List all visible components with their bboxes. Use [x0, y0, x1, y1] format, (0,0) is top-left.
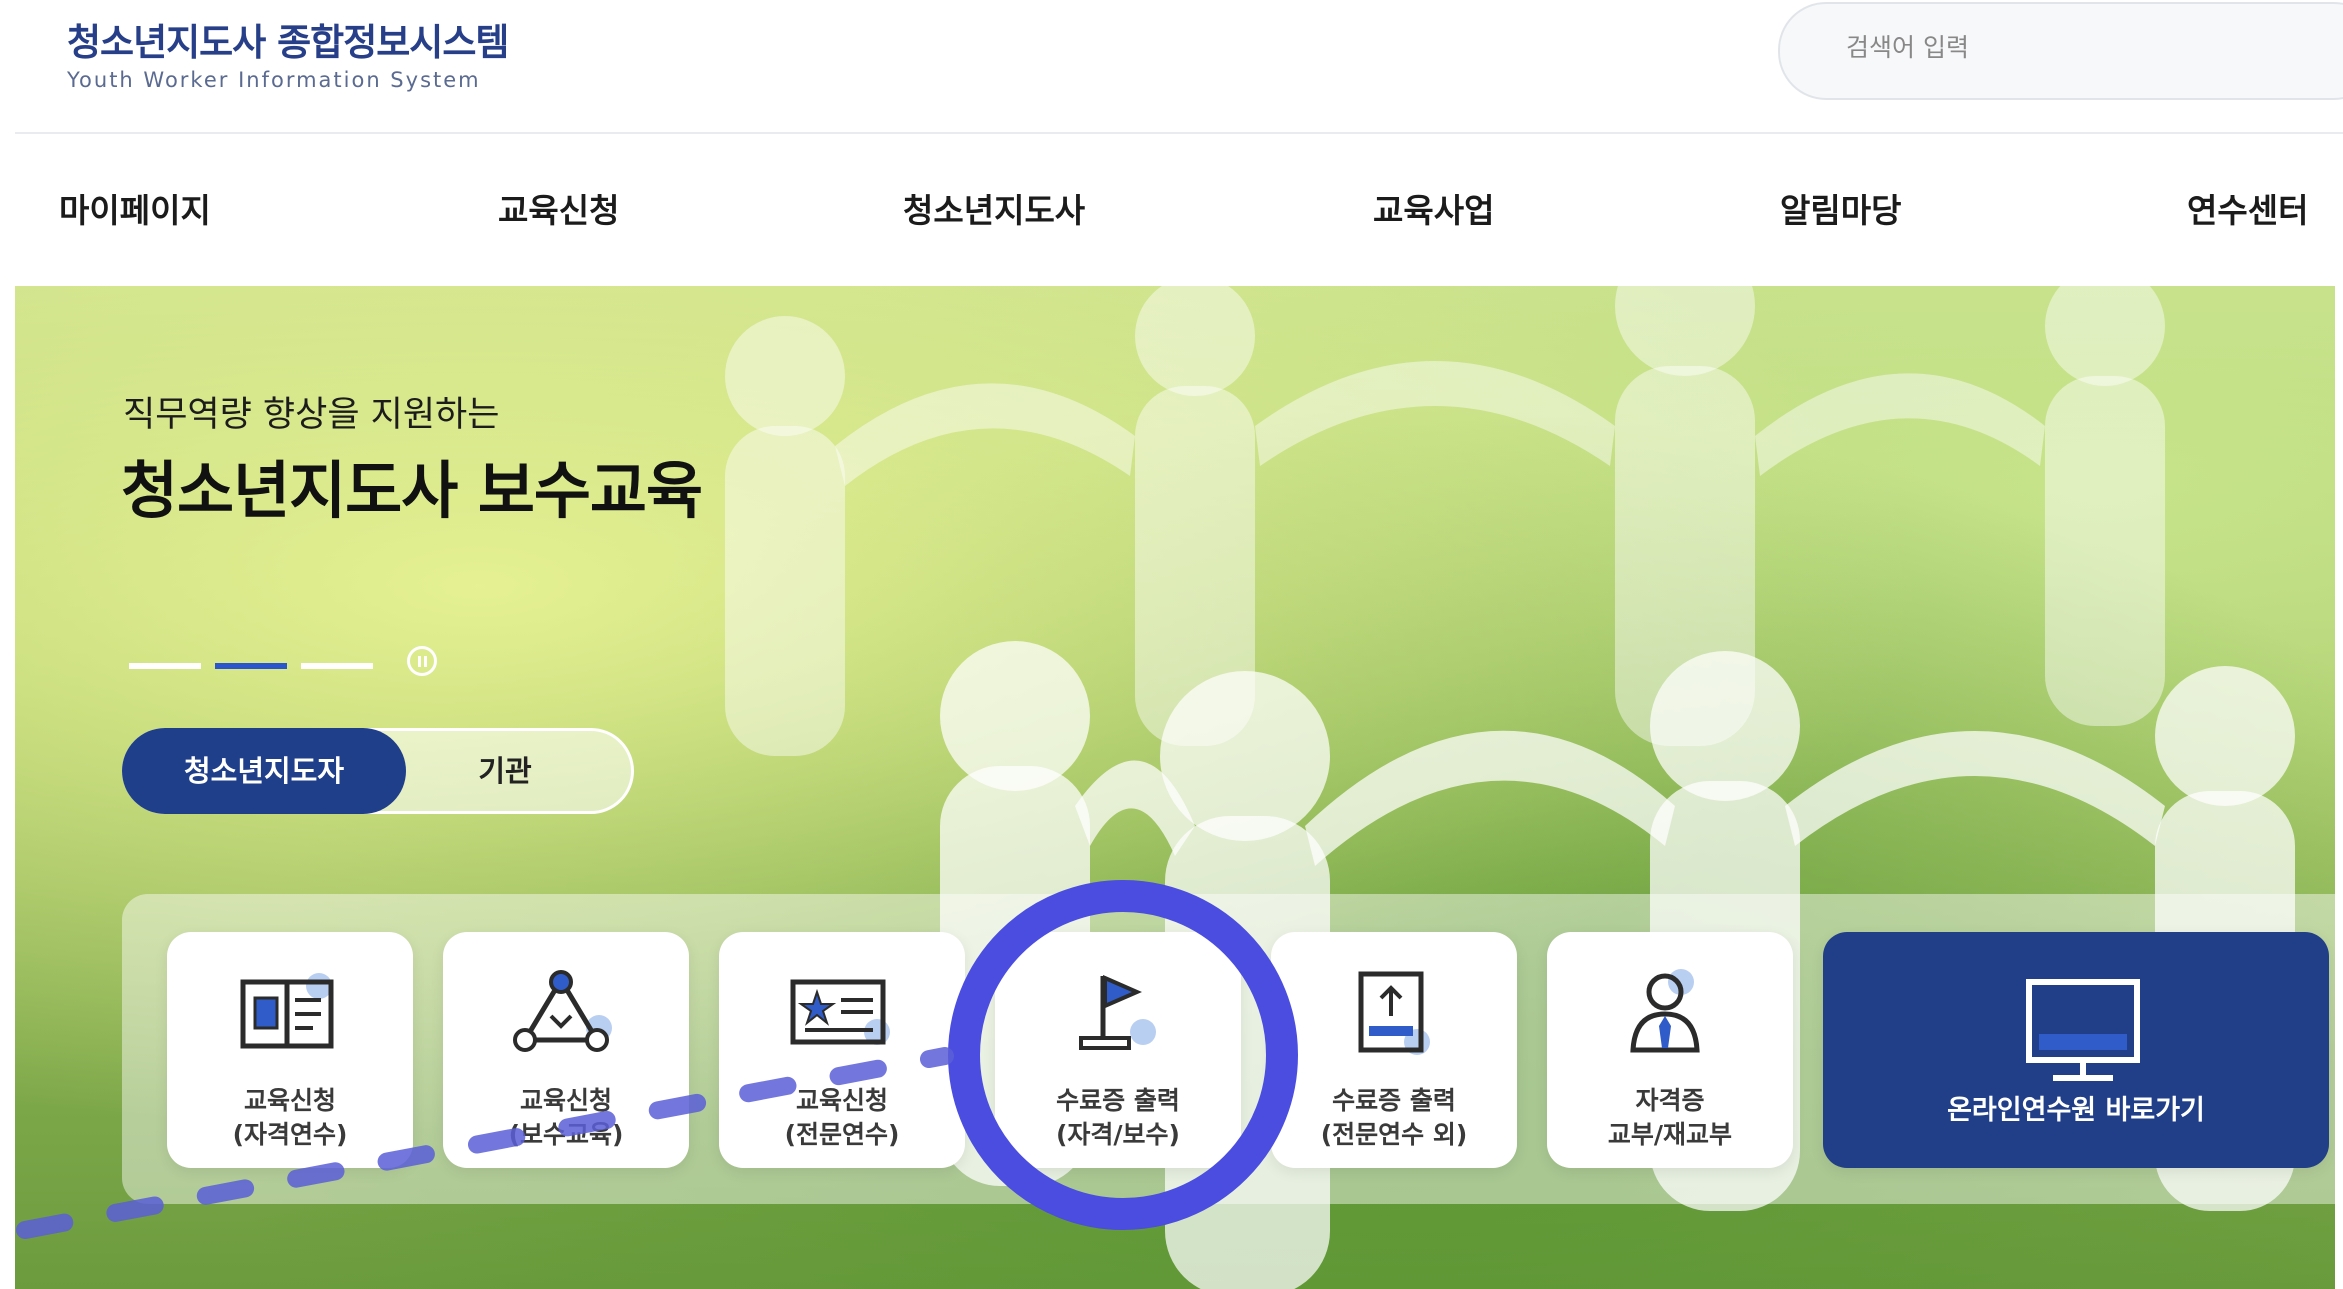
main-nav: 마이페이지 교육신청 청소년지도사 교육사업 알림마당 연수센터: [15, 134, 2343, 286]
network-icon: [513, 970, 612, 1052]
quick-menu-license-issue[interactable]: 자격증 교부/재교부: [1547, 932, 1793, 1168]
quick-menu-certificate-print-professional[interactable]: 수료증 출력 (전문연수 외): [1271, 932, 1517, 1168]
nav-item-training-center[interactable]: 연수센터: [2187, 184, 2308, 232]
quick-menu-education-qualification[interactable]: 교육신청 (자격연수): [167, 932, 413, 1168]
site-header: 청소년지도사 종합정보시스템 Youth Worker Information …: [15, 0, 2343, 134]
person-icon: [1630, 969, 1700, 1053]
nav-item-education-apply[interactable]: 교육신청: [498, 184, 619, 232]
toggle-youth-worker[interactable]: 청소년지도자: [122, 728, 406, 814]
card-label-line2: (자격/보수): [1056, 1120, 1180, 1149]
search-input[interactable]: [1844, 32, 2248, 63]
quick-menu-certificate-print-qualification[interactable]: 수료증 출력 (자격/보수): [995, 932, 1241, 1168]
logo-title: 청소년지도사 종합정보시스템: [67, 21, 509, 64]
card-label-line2: (전문연수 외): [1320, 1120, 1468, 1149]
pause-icon[interactable]: [407, 646, 437, 676]
online-training-center-button[interactable]: 온라인연수원 바로가기: [1823, 932, 2329, 1168]
quick-menu-education-professional[interactable]: 교육신청 (전문연수): [719, 932, 965, 1168]
user-type-toggle: 청소년지도자 기관: [122, 728, 634, 814]
search-box: [1778, 2, 2343, 100]
nav-item-notice[interactable]: 알림마당: [1780, 184, 1901, 232]
slide-indicator-1[interactable]: [129, 663, 201, 669]
slide-indicator-2[interactable]: [215, 663, 287, 669]
nav-item-youth-worker[interactable]: 청소년지도사: [903, 184, 1085, 232]
card-label-line2: (전문연수): [784, 1120, 900, 1149]
card-label-line1: 교육신청: [519, 1086, 612, 1115]
nav-item-education-business[interactable]: 교육사업: [1373, 184, 1494, 232]
flag-icon: [1079, 974, 1156, 1050]
hero-title: 청소년지도사 보수교육: [121, 454, 703, 527]
card-label-line1: 온라인연수원 바로가기: [1947, 1095, 2205, 1126]
toggle-institution[interactable]: 기관: [410, 728, 600, 814]
upload-document-icon: [1358, 971, 1430, 1055]
hero-banner: 직무역량 향상을 지원하는 청소년지도사 보수교육 청소년지도자 기관 교육신청…: [15, 286, 2335, 1289]
card-label-line2: 교부/재교부: [1607, 1120, 1733, 1149]
nav-item-mypage[interactable]: 마이페이지: [59, 184, 211, 232]
logo-subtitle: Youth Worker Information System: [67, 68, 481, 92]
card-label-line1: 수료증 출력: [1332, 1086, 1456, 1115]
quick-menu-education-refresher[interactable]: 교육신청 (보수교육): [443, 932, 689, 1168]
slide-indicator-3[interactable]: [301, 663, 373, 669]
card-label-line1: 자격증: [1635, 1086, 1705, 1115]
certificate-icon: [790, 979, 890, 1045]
card-label-line2: (자격연수): [232, 1120, 348, 1149]
document-icon: [240, 973, 334, 1049]
card-label-line2: (보수교육): [508, 1120, 624, 1149]
hero-subtitle: 직무역량 향상을 지원하는: [123, 395, 500, 435]
card-label-line1: 수료증 출력: [1056, 1086, 1180, 1115]
monitor-icon: [2026, 979, 2140, 1081]
card-label-line1: 교육신청: [795, 1086, 888, 1115]
card-label-line1: 교육신청: [243, 1086, 336, 1115]
site-logo[interactable]: 청소년지도사 종합정보시스템 Youth Worker Information …: [67, 12, 509, 92]
